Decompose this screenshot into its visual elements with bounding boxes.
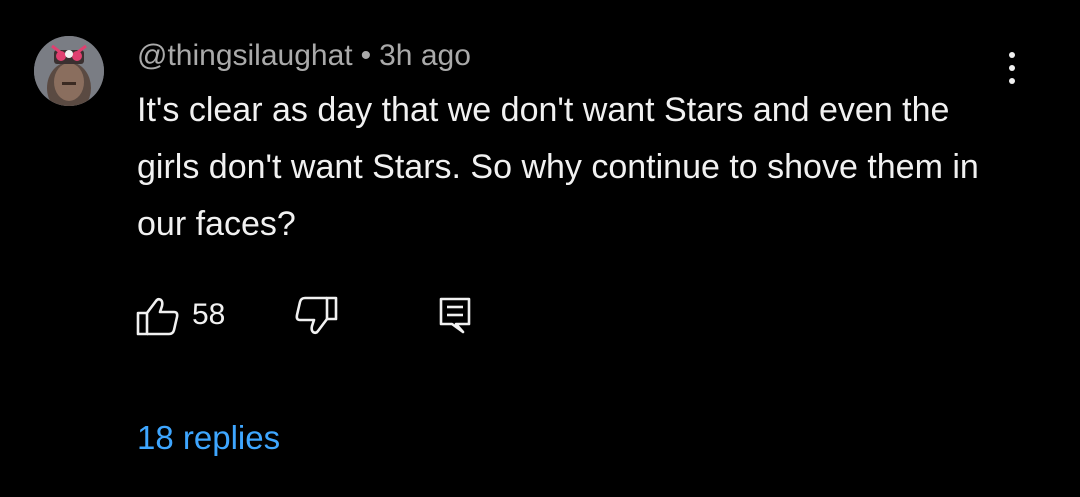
comment-thread: @thingsilaughat • 3h ago It's clear as day… bbox=[0, 0, 1080, 497]
dislike-button[interactable] bbox=[292, 294, 340, 338]
author-name[interactable]: @thingsilaughat bbox=[137, 39, 353, 72]
meta-separator: • bbox=[360, 39, 372, 72]
view-replies-link[interactable]: 18 replies bbox=[137, 418, 280, 458]
avatar-image bbox=[34, 36, 104, 106]
comment-meta: @thingsilaughat • 3h ago bbox=[137, 38, 471, 74]
more-vert-icon-dot bbox=[1009, 65, 1015, 71]
more-vert-icon bbox=[1009, 52, 1015, 58]
thumbs-up-icon bbox=[136, 297, 179, 336]
reply-comment-icon bbox=[439, 297, 471, 334]
thumbs-down-icon bbox=[295, 296, 338, 335]
like-button[interactable]: 58 bbox=[136, 294, 246, 338]
comment-timestamp: 3h ago bbox=[379, 39, 471, 72]
avatar[interactable] bbox=[34, 36, 104, 106]
like-count: 58 bbox=[192, 298, 226, 331]
comment-text: It's clear as day that we don't want Sta… bbox=[137, 91, 979, 243]
reply-button[interactable] bbox=[438, 294, 478, 338]
